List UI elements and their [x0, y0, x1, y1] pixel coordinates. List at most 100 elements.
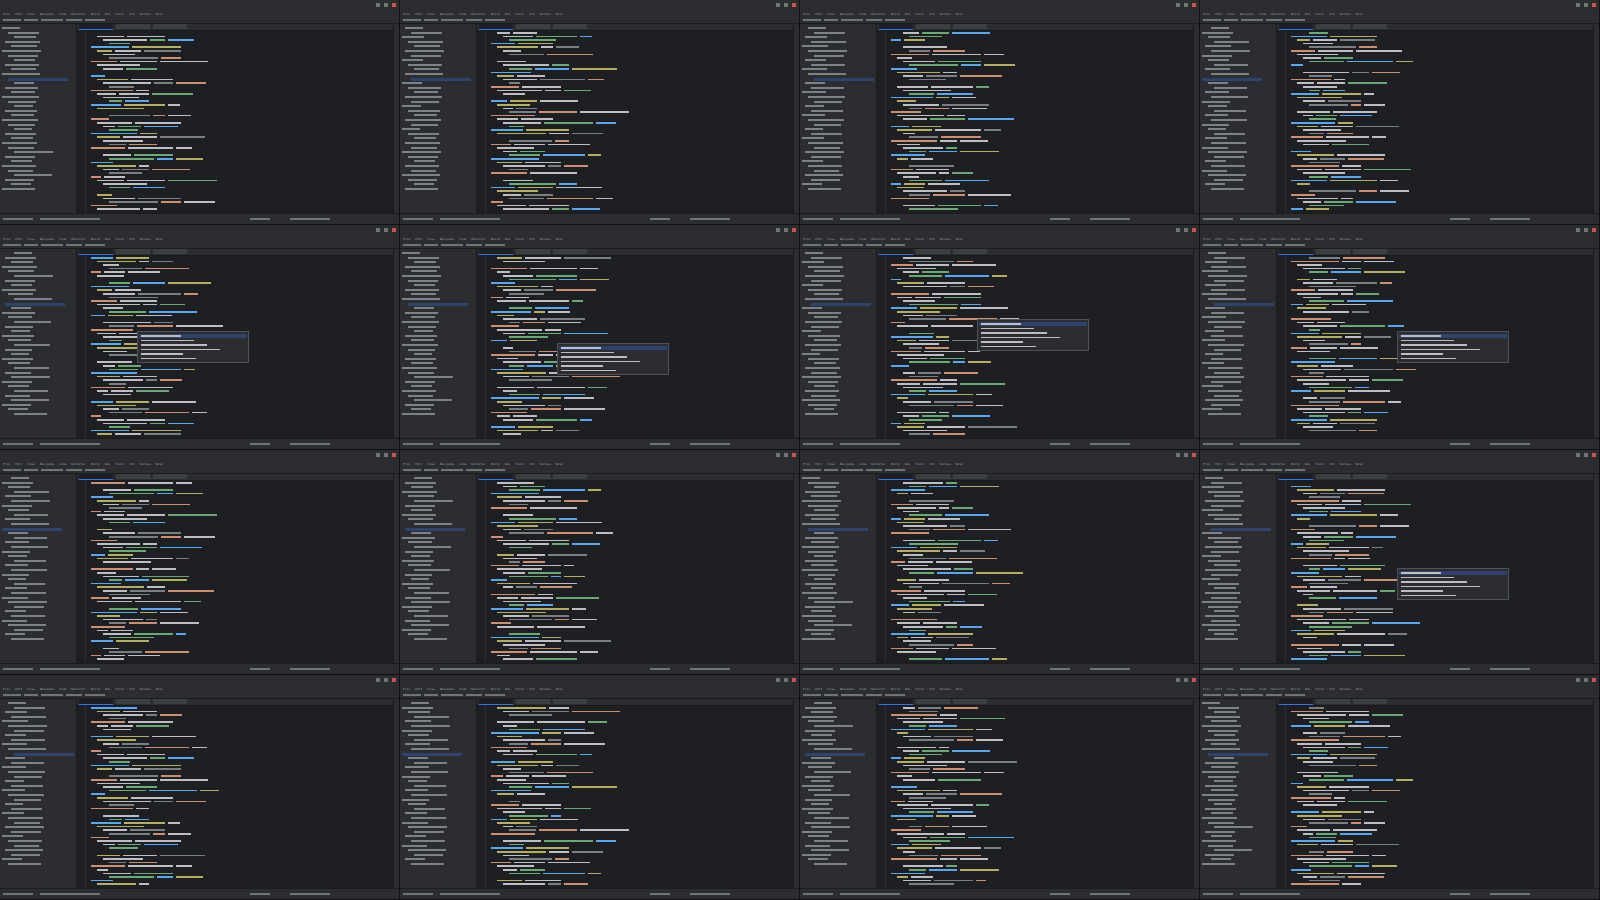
minimize-icon[interactable]: [1176, 453, 1180, 457]
project-tree-item[interactable]: [2, 27, 20, 29]
project-tree-item[interactable]: [1205, 569, 1241, 571]
breadcrumb-segment[interactable]: [424, 694, 438, 696]
project-tree-item[interactable]: [408, 633, 428, 636]
menu-item[interactable]: Code: [59, 237, 66, 241]
menu-item[interactable]: View: [427, 687, 434, 691]
menu-item[interactable]: Tools: [115, 237, 124, 241]
project-tree-item[interactable]: [14, 321, 51, 323]
project-tree-item[interactable]: [2, 743, 27, 746]
breadcrumb-segment[interactable]: [3, 469, 21, 471]
editor-tab[interactable]: [1353, 24, 1387, 29]
project-tree-item[interactable]: [814, 509, 835, 512]
menu-item[interactable]: Tools: [1315, 237, 1324, 241]
project-tree-item[interactable]: [411, 601, 450, 604]
menu-item[interactable]: Run: [105, 462, 110, 466]
project-tree-item[interactable]: [1214, 279, 1244, 282]
project-tree-item[interactable]: [802, 853, 831, 856]
project-tree-item[interactable]: [8, 817, 43, 819]
project-tree-item[interactable]: [814, 725, 853, 727]
project-tree-item[interactable]: [1214, 178, 1243, 181]
menu-item[interactable]: Window: [940, 462, 951, 466]
menu-item[interactable]: Window: [540, 462, 551, 466]
menu-item[interactable]: Tools: [515, 462, 524, 466]
minimize-icon[interactable]: [1176, 678, 1180, 682]
minimize-icon[interactable]: [1576, 228, 1580, 232]
editor-tab[interactable]: [1316, 249, 1350, 254]
project-tree-item[interactable]: [14, 367, 49, 369]
project-tree-item[interactable]: [408, 734, 429, 737]
project-tree-item[interactable]: [8, 316, 32, 319]
project-tree-item[interactable]: [1202, 339, 1225, 342]
project-tree-item[interactable]: [402, 413, 435, 415]
project-tree-item[interactable]: [402, 275, 441, 277]
project-tree-item[interactable]: [14, 82, 34, 85]
project-tree-item[interactable]: [414, 523, 452, 525]
project-tree-item[interactable]: [814, 362, 836, 365]
project-tree-item[interactable]: [2, 550, 30, 553]
editor-tab[interactable]: [553, 24, 587, 29]
menu-item[interactable]: Edit: [415, 237, 422, 241]
breadcrumb-segment[interactable]: [1266, 244, 1282, 246]
project-tree-item[interactable]: [2, 119, 38, 121]
project-tree-item[interactable]: [1214, 40, 1249, 43]
breadcrumb-segment[interactable]: [3, 19, 21, 21]
project-tree-item[interactable]: [5, 564, 28, 567]
project-tree-item[interactable]: [414, 114, 437, 117]
code-editor[interactable]: [877, 474, 1199, 664]
editor-tab[interactable]: [1353, 699, 1387, 704]
project-tree-item[interactable]: [1208, 605, 1238, 608]
project-tree-item[interactable]: [414, 45, 440, 48]
close-icon[interactable]: [792, 228, 796, 232]
project-tree-item[interactable]: [1202, 748, 1240, 750]
project-tree-item[interactable]: [1208, 798, 1235, 801]
project-tree-item[interactable]: [1208, 559, 1240, 562]
project-tree-item[interactable]: [8, 362, 30, 365]
menu-item[interactable]: File: [3, 237, 10, 241]
project-tree-item[interactable]: [1208, 775, 1236, 778]
breadcrumb-segment[interactable]: [66, 244, 82, 246]
menu-item[interactable]: Tools: [915, 12, 924, 16]
project-tree-item[interactable]: [11, 500, 50, 502]
breadcrumb-segment[interactable]: [66, 694, 82, 696]
project-tree-item[interactable]: [5, 348, 32, 351]
project-tree-item[interactable]: [402, 36, 424, 39]
project-tree-item[interactable]: [14, 536, 47, 539]
project-tree-item[interactable]: [14, 151, 53, 154]
project-tree-item[interactable]: [1211, 142, 1246, 144]
menu-item[interactable]: Window: [140, 237, 151, 241]
project-tree-item[interactable]: [802, 91, 826, 94]
project-tree-item[interactable]: [1214, 394, 1239, 397]
project-tree-item[interactable]: [1202, 840, 1236, 842]
completion-item[interactable]: [561, 351, 614, 353]
project-tree-item[interactable]: [5, 40, 40, 43]
project-tree-item[interactable]: [1202, 555, 1221, 558]
menu-item[interactable]: Tools: [1315, 12, 1324, 16]
project-tree-item[interactable]: [1202, 794, 1238, 796]
project-tree-item[interactable]: [1211, 504, 1241, 507]
menu-item[interactable]: Window: [1340, 462, 1351, 466]
project-tree-item[interactable]: [1211, 119, 1247, 121]
project-tree-item[interactable]: [802, 738, 836, 741]
project-tree-item[interactable]: [814, 863, 847, 865]
project-tree-item[interactable]: [1211, 165, 1245, 167]
project-tree-item[interactable]: [802, 284, 823, 287]
project-tree-item[interactable]: [11, 477, 29, 479]
project-tree-item[interactable]: [1214, 371, 1240, 374]
project-tree-item[interactable]: [402, 174, 440, 177]
project-tree-item[interactable]: [1211, 573, 1238, 576]
project-tree-item[interactable]: [1205, 330, 1224, 333]
project-tree-item[interactable]: [808, 743, 833, 746]
project-tree-item[interactable]: [811, 518, 836, 521]
project-tree-item[interactable]: [414, 284, 435, 287]
project-tree-item[interactable]: [1211, 812, 1233, 815]
project-tree-item[interactable]: [808, 504, 838, 507]
project-tree-item[interactable]: [411, 123, 438, 126]
project-tree-item[interactable]: [405, 720, 431, 723]
project-tree-item[interactable]: [808, 858, 828, 861]
menu-item[interactable]: Navigate: [40, 12, 54, 16]
menu-item[interactable]: File: [803, 237, 810, 241]
project-tree-item[interactable]: [808, 334, 840, 337]
minimize-icon[interactable]: [776, 228, 780, 232]
maximize-icon[interactable]: [1184, 453, 1188, 457]
menu-item[interactable]: Window: [1340, 687, 1351, 691]
